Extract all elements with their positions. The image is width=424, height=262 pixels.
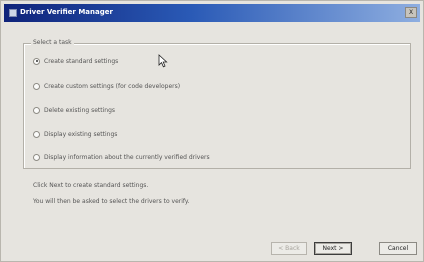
info-line-2: You will then be asked to select the dri…: [33, 198, 190, 205]
radio-button[interactable]: [33, 82, 40, 90]
option-label: Create standard settings: [44, 57, 119, 65]
option-create-standard[interactable]: Create standard settings: [33, 56, 118, 66]
option-delete-existing[interactable]: Delete existing settings: [33, 105, 115, 115]
option-display-info[interactable]: Display information about the currently …: [33, 152, 210, 162]
back-button[interactable]: < Back: [271, 242, 307, 255]
option-create-custom[interactable]: Create custom settings (for code develop…: [33, 81, 180, 91]
option-label: Delete existing settings: [44, 106, 116, 114]
next-button[interactable]: Next >: [314, 242, 352, 255]
task-group-legend: Select a task: [31, 39, 74, 46]
cancel-button[interactable]: Cancel: [379, 242, 417, 255]
window-title: Driver Verifier Manager: [20, 8, 113, 16]
title-bar[interactable]: Driver Verifier Manager X: [4, 4, 420, 22]
option-label: Create custom settings (for code develop…: [44, 82, 181, 90]
driver-verifier-window: Driver Verifier Manager X Select a task …: [0, 0, 424, 262]
option-label: Display existing settings: [44, 130, 118, 138]
radio-button[interactable]: [33, 57, 40, 65]
option-label: Display information about the currently …: [44, 153, 210, 161]
radio-button[interactable]: [33, 153, 40, 161]
option-display-existing[interactable]: Display existing settings: [33, 129, 117, 139]
mouse-cursor-icon: [158, 54, 168, 68]
radio-button[interactable]: [33, 130, 40, 138]
close-button[interactable]: X: [405, 7, 417, 18]
info-line-1: Click Next to create standard settings.: [33, 182, 149, 189]
radio-button[interactable]: [33, 106, 40, 114]
app-icon: [9, 9, 17, 17]
